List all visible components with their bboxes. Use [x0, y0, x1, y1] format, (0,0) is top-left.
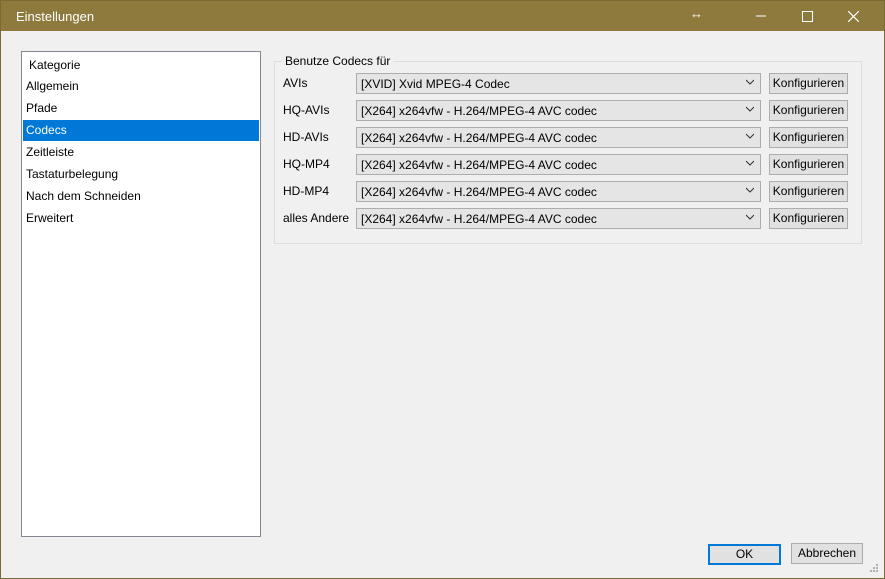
codec-select-hq-avis[interactable]: [X264] x264vfw - H.264/MPEG-4 AVC codec: [356, 100, 761, 121]
codec-label-avis: AVIs: [283, 76, 308, 90]
chevron-down-icon: [746, 133, 754, 139]
configure-button-avis[interactable]: Konfigurieren: [769, 73, 848, 94]
codec-select-alles-andere[interactable]: [X264] x264vfw - H.264/MPEG-4 AVC codec: [356, 208, 761, 229]
category-item-allgemein[interactable]: Allgemein: [23, 76, 259, 97]
category-item-pfade[interactable]: Pfade: [23, 98, 259, 119]
codec-select-hq-mp4[interactable]: [X264] x264vfw - H.264/MPEG-4 AVC codec: [356, 154, 761, 175]
minimize-icon: [756, 15, 766, 17]
codec-label-alles-andere: alles Andere: [283, 211, 350, 225]
cancel-button[interactable]: Abbrechen: [791, 543, 863, 564]
codec-select-value: [XVID] Xvid MPEG-4 Codec: [361, 77, 510, 91]
codec-label-hq-mp4: HQ-MP4: [283, 157, 330, 171]
codecs-group-title: Benutze Codecs für: [282, 54, 394, 68]
resize-cursor-icon: ↔: [690, 6, 703, 21]
codec-select-hd-mp4[interactable]: [X264] x264vfw - H.264/MPEG-4 AVC codec: [356, 181, 761, 202]
close-icon: [847, 10, 859, 22]
category-list-header: Kategorie: [29, 58, 81, 72]
category-item-zeitleiste[interactable]: Zeitleiste: [23, 142, 259, 163]
codec-label-hd-mp4: HD-MP4: [283, 184, 330, 198]
codec-select-value: [X264] x264vfw - H.264/MPEG-4 AVC codec: [361, 185, 597, 199]
close-button[interactable]: [830, 1, 876, 31]
configure-button-hd-avis[interactable]: Konfigurieren: [769, 127, 848, 148]
chevron-down-icon: [746, 160, 754, 166]
codec-label-hd-avis: HD-AVIs: [283, 130, 329, 144]
codec-select-value: [X264] x264vfw - H.264/MPEG-4 AVC codec: [361, 104, 597, 118]
configure-button-hd-mp4[interactable]: Konfigurieren: [769, 181, 848, 202]
ok-button[interactable]: OK: [708, 544, 781, 565]
category-item-nach-dem-schneiden[interactable]: Nach dem Schneiden: [23, 186, 259, 207]
category-item-tastaturbelegung[interactable]: Tastaturbelegung: [23, 164, 259, 185]
category-item-erweitert[interactable]: Erweitert: [23, 208, 259, 229]
title-bar[interactable]: Einstellungen ↔: [1, 1, 884, 31]
resize-grip-icon[interactable]: [867, 561, 879, 573]
codec-select-avis[interactable]: [XVID] Xvid MPEG-4 Codec: [356, 73, 761, 94]
category-list[interactable]: Kategorie Allgemein Pfade Codecs Zeitlei…: [21, 51, 261, 537]
chevron-down-icon: [746, 106, 754, 112]
window-title: Einstellungen: [16, 9, 95, 24]
configure-button-hq-mp4[interactable]: Konfigurieren: [769, 154, 848, 175]
chevron-down-icon: [746, 214, 754, 220]
codec-select-value: [X264] x264vfw - H.264/MPEG-4 AVC codec: [361, 158, 597, 172]
maximize-icon: [801, 10, 813, 22]
codec-select-value: [X264] x264vfw - H.264/MPEG-4 AVC codec: [361, 131, 597, 145]
chevron-down-icon: [746, 79, 754, 85]
configure-button-hq-avis[interactable]: Konfigurieren: [769, 100, 848, 121]
codec-select-value: [X264] x264vfw - H.264/MPEG-4 AVC codec: [361, 212, 597, 226]
category-item-codecs[interactable]: Codecs: [23, 120, 259, 141]
configure-button-alles-andere[interactable]: Konfigurieren: [769, 208, 848, 229]
codec-select-hd-avis[interactable]: [X264] x264vfw - H.264/MPEG-4 AVC codec: [356, 127, 761, 148]
settings-window: Einstellungen ↔ Kategorie Allgemein Pfad…: [0, 0, 885, 579]
maximize-button[interactable]: [784, 1, 830, 31]
chevron-down-icon: [746, 187, 754, 193]
codec-label-hq-avis: HQ-AVIs: [283, 103, 330, 117]
minimize-button[interactable]: [738, 1, 784, 31]
